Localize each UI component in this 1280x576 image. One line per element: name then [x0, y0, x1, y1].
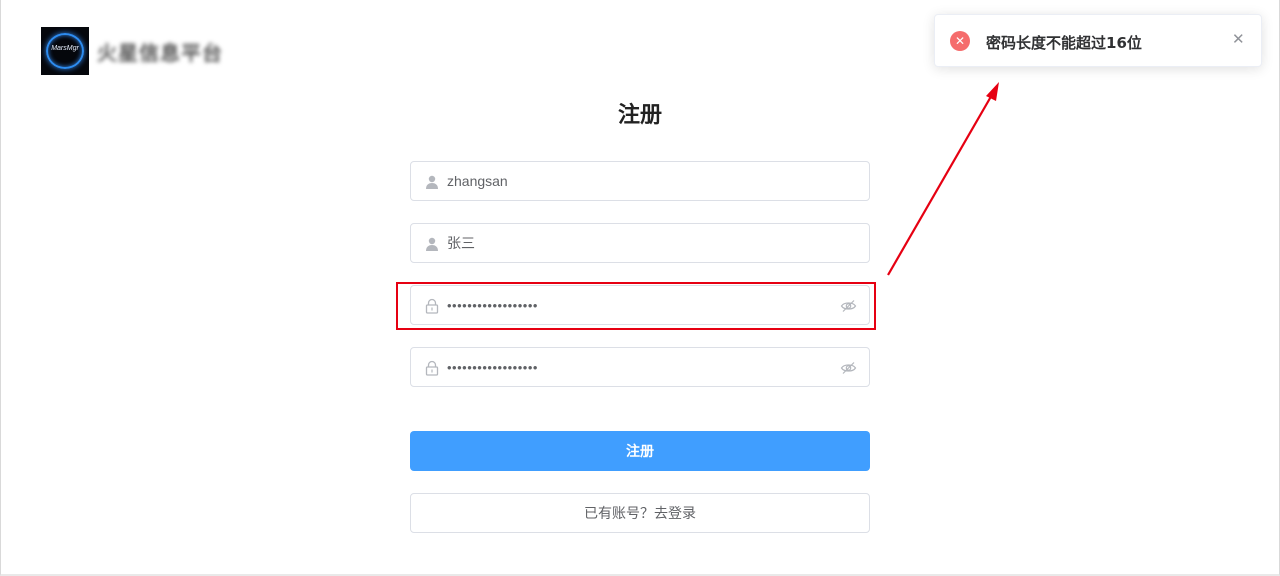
logo-text: MarsMgr: [51, 45, 79, 52]
logo: MarsMgr: [41, 27, 89, 75]
brand-name: 火星信息平台: [97, 40, 223, 65]
username-input[interactable]: [447, 162, 827, 200]
register-button[interactable]: 注册: [410, 431, 870, 471]
page-title: 注册: [617, 103, 662, 128]
username-field[interactable]: [410, 161, 870, 201]
close-icon[interactable]: ✕: [1232, 32, 1245, 47]
eye-hidden-icon[interactable]: [840, 360, 857, 376]
annotation-highlight-box: [396, 282, 876, 330]
nickname-input[interactable]: [447, 224, 827, 262]
toast-message: 密码长度不能超过16位: [986, 34, 1142, 52]
lock-icon: [425, 360, 439, 376]
go-login-button[interactable]: 已有账号？去登录: [410, 493, 870, 533]
error-toast: ✕ 密码长度不能超过16位 ✕: [934, 14, 1262, 67]
user-icon: [426, 175, 438, 189]
confirm-password-field[interactable]: [410, 347, 870, 387]
user-icon: [426, 237, 438, 251]
nickname-field[interactable]: [410, 223, 870, 263]
confirm-password-input[interactable]: [447, 348, 827, 386]
error-circle-icon: ✕: [950, 31, 970, 51]
brand: MarsMgr 火星信息平台: [41, 27, 223, 75]
